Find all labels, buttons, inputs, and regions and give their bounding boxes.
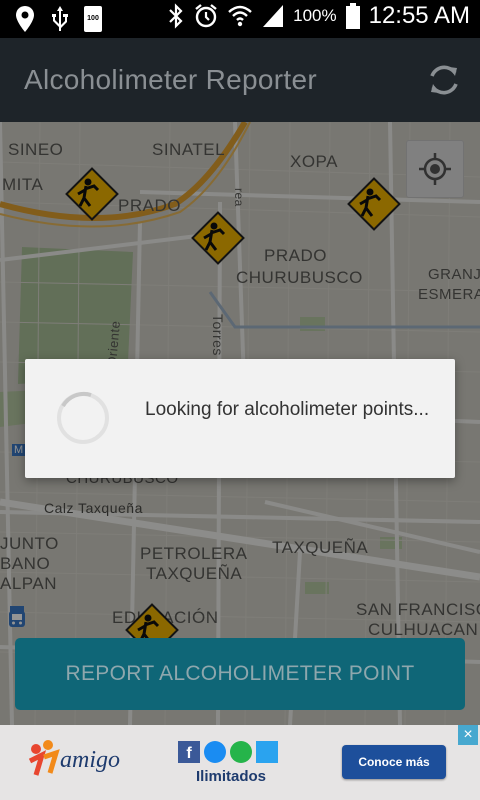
map-label-taxquena-lower: TAXQUEÑA xyxy=(146,564,243,583)
my-location-button[interactable] xyxy=(406,140,464,198)
map-label-junto: JUNTO xyxy=(0,534,59,553)
battery-storage-icon: 100 xyxy=(84,6,102,32)
facebook-icon: f xyxy=(178,741,200,763)
report-alcoholimeter-button[interactable]: REPORT ALCOHOLIMETER POINT xyxy=(15,638,465,710)
app-bar: Alcoholimeter Reporter xyxy=(0,38,480,122)
location-pin-icon xyxy=(16,6,34,32)
map-label-culhuacan: CULHUACAN xyxy=(368,620,479,639)
amigo-logo-icon: amigo xyxy=(28,740,120,776)
map-label-granj: GRANJ xyxy=(428,266,480,283)
clock-time: 12:55 AM xyxy=(368,2,470,29)
ad-social-icons: f xyxy=(178,741,278,763)
map-label-rea: rea xyxy=(232,188,246,207)
ad-cta-button[interactable]: Conoce más xyxy=(342,745,446,779)
bus-stop-icon xyxy=(9,611,25,627)
status-bar: 100 100% 12:55 AM xyxy=(0,0,480,38)
alcoholimeter-marker[interactable] xyxy=(344,174,404,234)
map-label-prado-top: PRADO xyxy=(118,196,181,215)
ad-close-icon[interactable]: × xyxy=(458,725,478,745)
battery-percent: 100% xyxy=(293,6,337,25)
map-label-san-francisco: SAN FRANCISCO xyxy=(356,600,480,619)
ad-subtitle: Ilimitados xyxy=(196,768,267,785)
loading-message: Looking for alcoholimeter points... xyxy=(145,399,430,420)
app-title: Alcoholimeter Reporter xyxy=(24,64,317,95)
bluetooth-icon xyxy=(169,3,183,29)
status-left-icons: 100 xyxy=(14,5,102,33)
map-label-alpan: ALPAN xyxy=(0,574,57,593)
map-label-torres: Torres xyxy=(210,314,226,356)
wifi-icon xyxy=(228,5,252,27)
map-label-metro: M xyxy=(12,444,26,456)
map-label-sineo: SINEO xyxy=(8,140,64,159)
map-label-esmera: ESMERA xyxy=(418,286,480,303)
battery-storage-label: 100 xyxy=(87,15,99,22)
battery-icon xyxy=(345,3,360,29)
map-label-xopa: XOPA xyxy=(290,152,338,171)
map-label-petrolera: PETROLERA xyxy=(140,544,248,563)
alarm-clock-icon xyxy=(195,4,217,28)
map-label-churubusco: CHURUBUSCO xyxy=(236,268,363,287)
messenger-icon xyxy=(204,741,226,763)
ad-brand-text: amigo xyxy=(60,747,120,773)
map-label-sinatel: SINATEL xyxy=(152,140,226,159)
loading-spinner-icon xyxy=(57,391,109,444)
map-label-calz-taxquena: Calz Taxqueña xyxy=(44,500,143,516)
map-label-mita: MITA xyxy=(2,175,44,194)
twitter-icon xyxy=(256,741,278,763)
alcoholimeter-marker[interactable] xyxy=(188,208,248,268)
signal-strength-icon xyxy=(263,5,284,27)
loading-dialog: Looking for alcoholimeter points... xyxy=(25,359,455,478)
map-label-bano: BANO xyxy=(0,554,51,573)
ad-banner[interactable]: amigo f Ilimitados Conoce más × xyxy=(0,725,480,800)
usb-icon xyxy=(52,6,68,31)
alcoholimeter-marker[interactable] xyxy=(62,164,122,224)
whatsapp-icon xyxy=(230,741,252,763)
crosshair-icon xyxy=(419,153,451,185)
refresh-icon[interactable] xyxy=(424,60,464,100)
map-label-taxquena: TAXQUEÑA xyxy=(272,538,369,557)
map-label-prado: PRADO xyxy=(264,246,327,265)
status-right-icons: 100% 12:55 AM xyxy=(167,2,470,30)
